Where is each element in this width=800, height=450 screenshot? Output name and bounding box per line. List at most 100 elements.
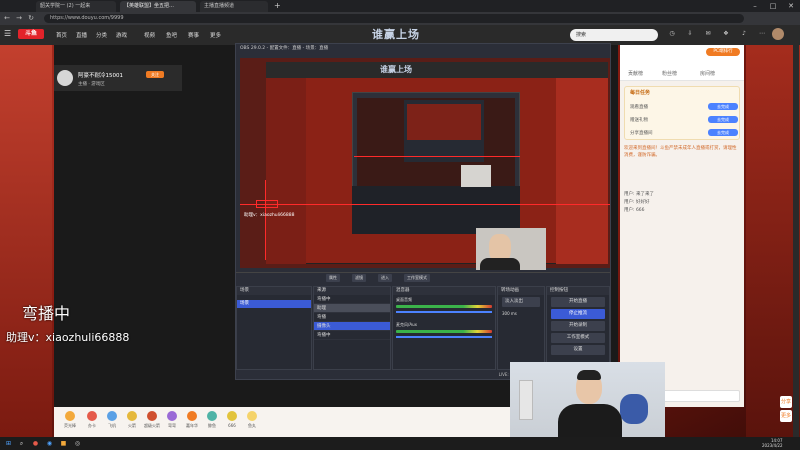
dock-header: 控制按钮 [547, 287, 609, 295]
obs-icon[interactable]: ◎ [72, 438, 83, 449]
gift-item[interactable]: 鱼丸 [240, 411, 264, 433]
page-scrollbar[interactable] [793, 45, 799, 437]
stop-stream-button[interactable]: 停止推流 [551, 309, 605, 319]
mixer-channel-label: 桌面音频 [396, 297, 412, 302]
plush-toy [620, 394, 648, 424]
task-label: 赠送礼物 [630, 118, 648, 123]
history-icon[interactable]: ◷ [666, 30, 678, 40]
scenes-dock: 场景 场景 [236, 286, 312, 370]
audio-meter [396, 330, 492, 333]
studio-mode-button[interactable]: 工作室模式 [404, 274, 430, 282]
search-icon[interactable]: ⌕ [16, 438, 27, 449]
folder-icon[interactable]: ■ [58, 438, 69, 449]
task-card-title: 每日任务 [630, 90, 651, 96]
bell-icon[interactable]: ♪ [738, 30, 750, 40]
browser-tab-active[interactable]: 【英雄联盟】坐五把… [120, 1, 196, 12]
streamer-nick[interactable]: 主播 · 游戏区 [78, 81, 105, 87]
transition-select[interactable]: 淡入淡出 [502, 297, 540, 307]
task-button[interactable]: 去完成 [708, 129, 738, 136]
task-button[interactable]: 去完成 [708, 116, 738, 123]
selection-box[interactable] [256, 200, 278, 208]
user-avatar[interactable] [772, 28, 784, 40]
clock-date: 2023/4/22 [762, 443, 783, 448]
volume-slider[interactable] [396, 311, 492, 313]
streamer-hair [577, 370, 601, 380]
settings-button[interactable]: 设置 [551, 345, 605, 355]
browser-icon[interactable]: ◉ [44, 438, 55, 449]
gift-item[interactable]: 荧光棒 [58, 411, 82, 433]
rank-button[interactable]: PC端排行 [706, 48, 740, 56]
gift-icon [167, 411, 177, 421]
gift-icon[interactable]: ❖ [720, 30, 732, 40]
browser-tab[interactable]: 主播直播频道 [200, 1, 268, 12]
chat-message: 用户: 好好好 [624, 200, 650, 205]
close-icon[interactable]: ✕ [782, 0, 800, 12]
scene-item[interactable]: 场景 [237, 300, 311, 308]
tab-fans[interactable]: 粉丝榜 [662, 70, 677, 77]
gift-icon [187, 411, 197, 421]
system-clock[interactable]: 14:07 2023/4/22 [762, 438, 783, 448]
url-input[interactable]: https://www.douyu.com/9999 [44, 14, 744, 23]
volume-slider[interactable] [396, 336, 492, 338]
browser-tab[interactable]: 韶关学院一 (2) 一起来 [36, 1, 116, 12]
background-poster [519, 380, 533, 420]
event-banner-title: 谁赢上场 [372, 28, 420, 41]
nav-item[interactable]: 首页 [56, 31, 67, 39]
filters-button[interactable]: 滤镜 [352, 274, 366, 282]
studio-mode-toggle[interactable]: 工作室模式 [551, 333, 605, 343]
forward-icon[interactable]: → [14, 13, 24, 23]
right-decor [746, 45, 800, 437]
chat-notice: 欢迎来到直播间！斗鱼严禁未成年人直播或打赏，请理性消费，谨防诈骗。 [624, 146, 737, 158]
source-item[interactable]: 弯播中 [314, 295, 390, 304]
nav-item[interactable]: 更多 [210, 31, 221, 39]
nav-item[interactable]: 视频 [144, 31, 155, 39]
reload-icon[interactable]: ↻ [26, 13, 36, 23]
start-streaming-button[interactable]: 开始直播 [551, 297, 605, 307]
nested-brand: 谁赢上场 [380, 65, 412, 74]
start-recording-button[interactable]: 开始录制 [551, 321, 605, 331]
tab-contribution[interactable]: 贡献榜 [628, 70, 643, 77]
source-item[interactable]: 弯播 [314, 313, 390, 322]
more-button[interactable]: 更多 [780, 410, 792, 422]
nav-item[interactable]: 游戏 [116, 31, 127, 39]
minimize-icon[interactable]: – [746, 0, 764, 12]
selection-line [354, 156, 520, 157]
gift-label: 荧光棒 [64, 423, 76, 428]
gift-icon [207, 411, 217, 421]
tab-room[interactable]: 房间榜 [700, 70, 715, 77]
obs-titlebar: OBS 29.0.2 - 配置文件：直播 - 场景：直播 [236, 44, 610, 54]
dock-header: 转场动画 [498, 287, 544, 295]
follow-button[interactable]: 关注 [146, 71, 164, 78]
stream-overlay-contact: 助理v：xiaozhuli66888 [6, 331, 130, 344]
source-item[interactable]: 摄像头 [314, 322, 390, 331]
nested-overlay-text: 助理v：xiaozhuli66888 [244, 213, 295, 218]
streamer-avatar[interactable] [57, 70, 73, 86]
share-button[interactable]: 分享 [780, 396, 792, 408]
new-tab-icon[interactable]: + [274, 1, 281, 10]
search-input[interactable]: 搜索 [570, 29, 658, 41]
download-icon[interactable]: ⇩ [684, 30, 696, 40]
properties-button[interactable]: 属性 [326, 274, 340, 282]
nested-chat [556, 78, 608, 264]
nav-item[interactable]: 直播 [76, 31, 87, 39]
site-logo[interactable]: 斗鱼 [18, 29, 44, 39]
stream-overlay-title: 弯播中 [22, 304, 71, 323]
gift-icon [65, 411, 75, 421]
transition-duration[interactable]: 300 ms [498, 309, 544, 318]
menu-icon[interactable]: ☰ [4, 29, 11, 38]
enter-button[interactable]: 进入 [378, 274, 392, 282]
dock-header: 来源 [314, 287, 390, 295]
source-item[interactable]: 弯播中 [314, 331, 390, 340]
source-item[interactable]: 助理 [314, 304, 390, 313]
maximize-icon[interactable]: □ [764, 0, 782, 12]
nav-item[interactable]: 分类 [96, 31, 107, 39]
message-icon[interactable]: ✉ [702, 30, 714, 40]
gift-icon [147, 411, 157, 421]
nav-item[interactable]: 鱼吧 [166, 31, 177, 39]
task-button[interactable]: 去完成 [708, 103, 738, 110]
app-icon[interactable]: ● [30, 438, 41, 449]
windows-start-icon[interactable]: ⊞ [3, 438, 14, 449]
nav-item[interactable]: 赛事 [188, 31, 199, 39]
back-icon[interactable]: ← [2, 13, 12, 23]
more-icon[interactable]: ⋯ [756, 30, 768, 40]
